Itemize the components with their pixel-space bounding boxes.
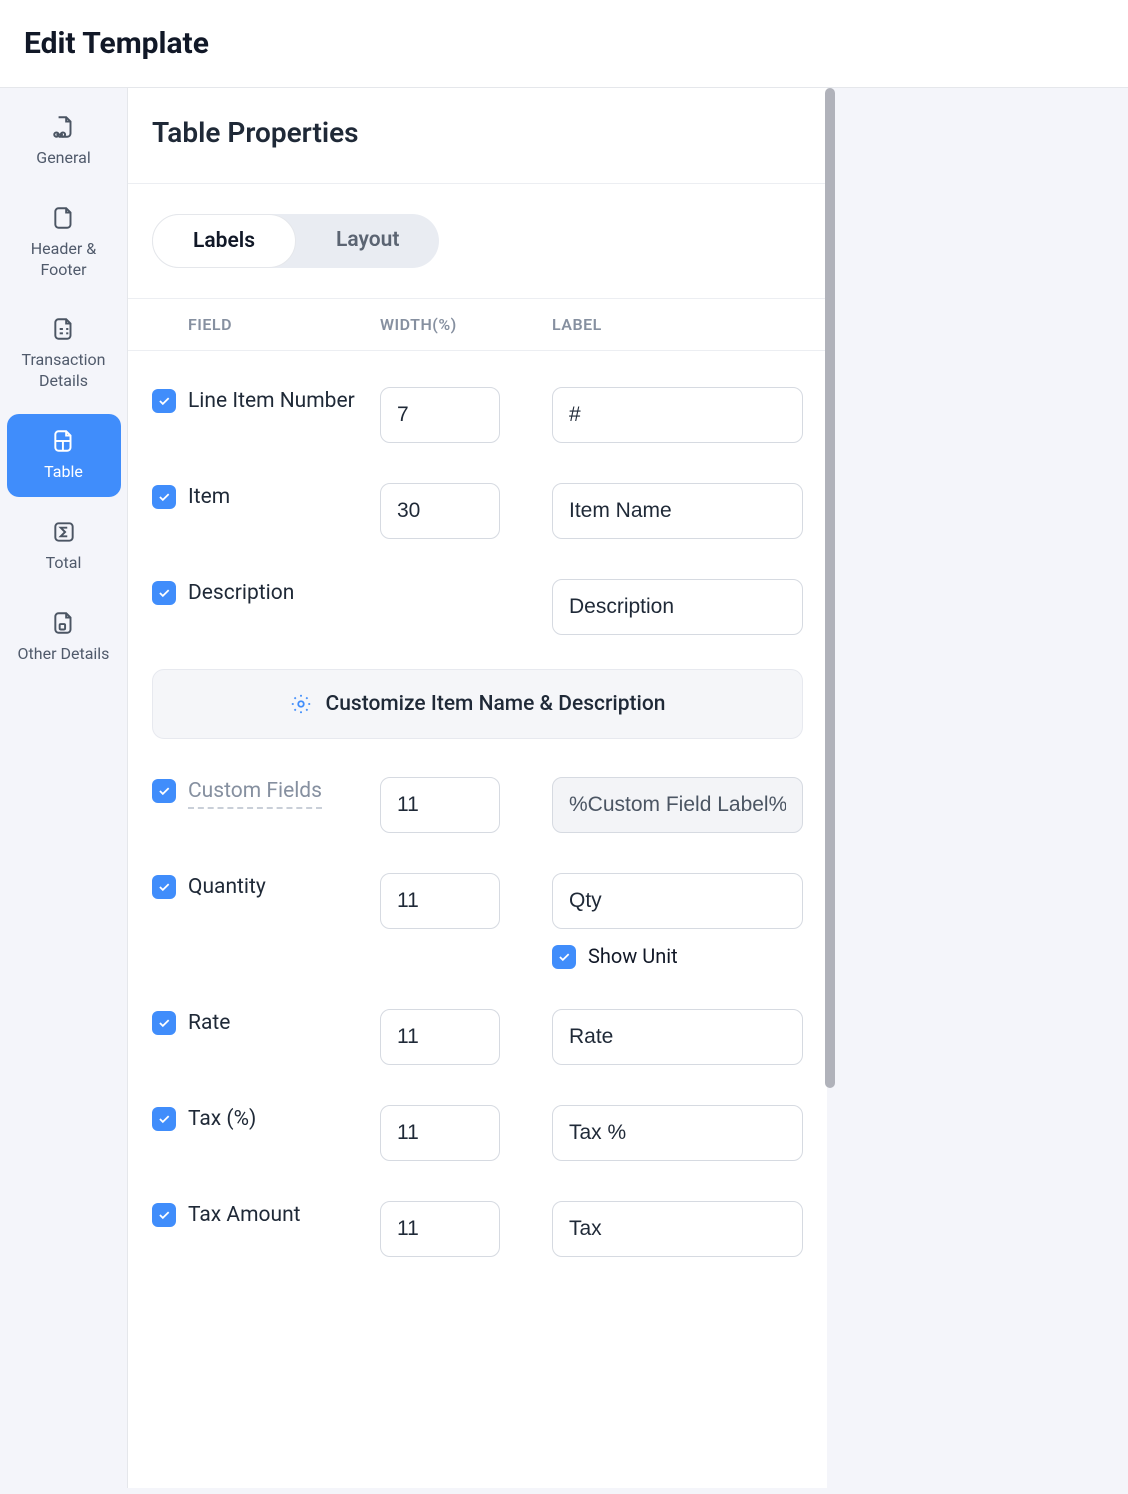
show-unit-row: Show Unit — [552, 943, 803, 969]
field-label: Item — [188, 483, 230, 511]
main-panel: Table Properties Labels Layout FIELD WID… — [127, 88, 827, 1488]
sidebar-item-label: Total — [46, 553, 82, 574]
field-label: Quantity — [188, 873, 266, 901]
sigma-icon — [51, 519, 77, 545]
label-input-tax-pct[interactable] — [552, 1105, 803, 1161]
field-label: Description — [188, 579, 294, 607]
scrollbar[interactable] — [825, 88, 835, 1088]
width-input-custom-fields[interactable] — [380, 777, 500, 833]
width-input-quantity[interactable] — [380, 873, 500, 929]
label-input-rate[interactable] — [552, 1009, 803, 1065]
sidebar-item-label: Header & Footer — [13, 239, 115, 281]
width-input-line-item-number[interactable] — [380, 387, 500, 443]
checkbox-tax-pct[interactable] — [152, 1107, 176, 1131]
row-line-item-number: Line Item Number — [152, 367, 803, 463]
row-item: Item — [152, 463, 803, 559]
width-input-item[interactable] — [380, 483, 500, 539]
checkbox-show-unit[interactable] — [552, 945, 576, 969]
sidebar: General Header & Footer Transaction Deta… — [0, 88, 127, 1488]
tabs: Labels Layout — [152, 214, 439, 268]
field-label: Rate — [188, 1009, 230, 1037]
checkbox-rate[interactable] — [152, 1011, 176, 1035]
sidebar-item-total[interactable]: Total — [7, 505, 121, 588]
field-label: Custom Fields — [188, 777, 322, 809]
sidebar-item-table[interactable]: Table — [7, 414, 121, 497]
label-input-item[interactable] — [552, 483, 803, 539]
column-header-field: FIELD — [152, 315, 380, 334]
show-unit-label: Show Unit — [588, 944, 678, 968]
checkbox-description[interactable] — [152, 581, 176, 605]
label-input-custom-fields[interactable] — [552, 777, 803, 833]
sidebar-item-header-footer[interactable]: Header & Footer — [7, 191, 121, 295]
checkbox-quantity[interactable] — [152, 875, 176, 899]
row-tax-pct: Tax (%) — [152, 1085, 803, 1181]
transaction-icon — [51, 316, 77, 342]
sidebar-item-general[interactable]: General — [7, 100, 121, 183]
width-input-rate[interactable] — [380, 1009, 500, 1065]
field-label: Line Item Number — [188, 387, 355, 415]
width-input-tax-pct[interactable] — [380, 1105, 500, 1161]
column-header-label: LABEL — [552, 315, 803, 334]
checkbox-custom-fields[interactable] — [152, 779, 176, 803]
panel-title: Table Properties — [152, 116, 803, 149]
customize-button-label: Customize Item Name & Description — [326, 692, 666, 716]
columns-header: FIELD WIDTH(%) LABEL — [128, 299, 827, 351]
rows-container: Line Item Number Item Description — [128, 351, 827, 1277]
page-title: Edit Template — [24, 26, 1104, 61]
checkbox-line-item-number[interactable] — [152, 389, 176, 413]
panel-title-row: Table Properties — [128, 88, 827, 184]
tabs-container: Labels Layout — [128, 184, 827, 299]
customize-item-name-button[interactable]: Customize Item Name & Description — [152, 669, 803, 739]
document-icon — [51, 205, 77, 231]
label-input-description[interactable] — [552, 579, 803, 635]
sidebar-item-label: Table — [44, 462, 83, 483]
width-input-tax-amount[interactable] — [380, 1201, 500, 1257]
field-label: Tax Amount — [188, 1201, 301, 1229]
sidebar-item-label: General — [36, 148, 90, 169]
label-input-line-item-number[interactable] — [552, 387, 803, 443]
sidebar-item-label: Other Details — [18, 644, 110, 665]
tab-layout[interactable]: Layout — [296, 214, 439, 268]
row-custom-fields: Custom Fields — [152, 757, 803, 853]
row-quantity: Quantity Show Unit — [152, 853, 803, 989]
details-icon — [51, 610, 77, 636]
sidebar-item-other-details[interactable]: Other Details — [7, 596, 121, 679]
checkbox-tax-amount[interactable] — [152, 1203, 176, 1227]
row-description: Description — [152, 559, 803, 655]
table-icon — [51, 428, 77, 454]
tab-labels[interactable]: Labels — [152, 214, 296, 268]
sidebar-item-label: Transaction Details — [13, 350, 115, 392]
main-layout: General Header & Footer Transaction Deta… — [0, 88, 1128, 1488]
field-label: Tax (%) — [188, 1105, 256, 1133]
page-icon — [51, 114, 77, 140]
page-header: Edit Template — [0, 0, 1128, 88]
label-input-tax-amount[interactable] — [552, 1201, 803, 1257]
label-input-quantity[interactable] — [552, 873, 803, 929]
sidebar-item-transaction-details[interactable]: Transaction Details — [7, 302, 121, 406]
checkbox-item[interactable] — [152, 485, 176, 509]
row-tax-amount: Tax Amount — [152, 1181, 803, 1277]
row-rate: Rate — [152, 989, 803, 1085]
column-header-width: WIDTH(%) — [380, 315, 552, 334]
